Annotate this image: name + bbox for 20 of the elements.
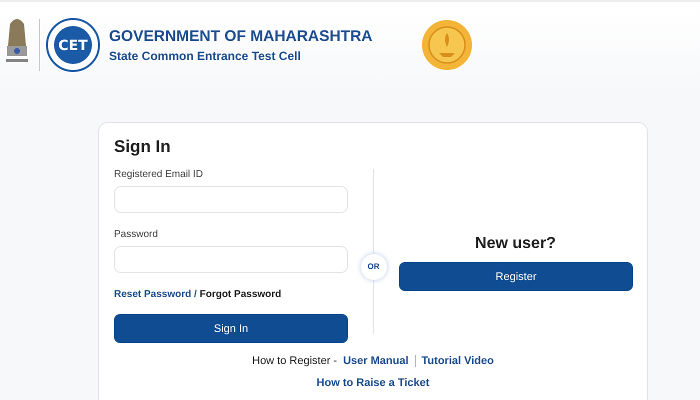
separator: /	[194, 289, 197, 300]
register-button[interactable]: Register	[399, 262, 633, 291]
cet-logo: CET	[45, 17, 101, 73]
seal-icon	[421, 19, 473, 71]
help-link[interactable]: Tutorial Video	[422, 355, 494, 367]
raise-ticket-link[interactable]: How to Raise a Ticket	[316, 377, 430, 389]
sign-in-heading: Sign In	[114, 137, 172, 157]
header-subtitle: State Common Entrance Test Cell	[109, 48, 302, 62]
sign-in-button[interactable]: Sign In	[114, 314, 348, 343]
new-user-heading: New user?	[474, 235, 557, 253]
header-title: GOVERNMENT OF MAHARASHTRA	[109, 28, 374, 46]
field-label: Password	[114, 229, 159, 240]
forgot-password-text: Forgot Password	[200, 289, 282, 300]
input-field[interactable]	[114, 186, 348, 213]
field-label: Registered Email ID	[114, 169, 204, 180]
help-link[interactable]: User Manual	[343, 355, 409, 367]
how-to-register-label: How to Register -	[252, 355, 338, 367]
or-badge: OR	[360, 254, 386, 280]
input-field[interactable]	[114, 246, 348, 273]
reset-password-link[interactable]: Reset Password	[114, 289, 192, 300]
